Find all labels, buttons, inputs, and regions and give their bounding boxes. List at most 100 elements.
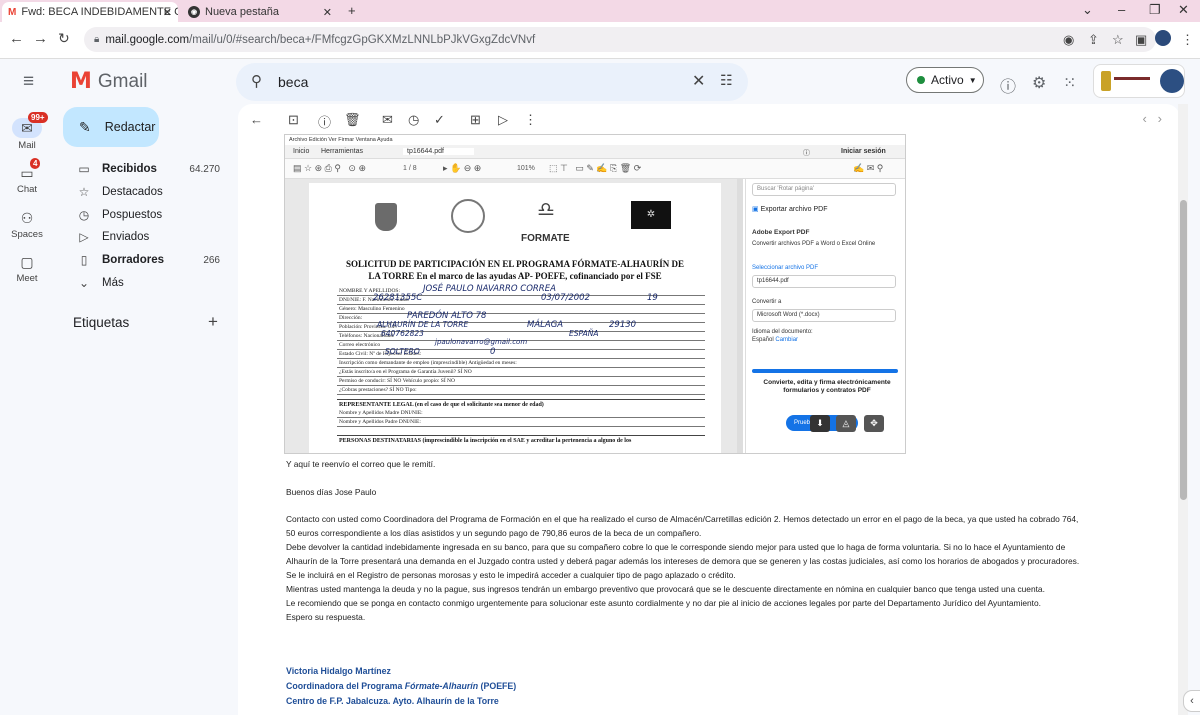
add-label-button[interactable]: + xyxy=(208,312,218,332)
side-panel-toggle-icon[interactable]: ‹ xyxy=(1183,690,1200,712)
settings-gear-icon[interactable]: ⚙ xyxy=(1032,73,1046,93)
pdf-tab-home: Inicio xyxy=(293,148,310,155)
move-to-icon[interactable]: ⊞ xyxy=(470,112,481,128)
forward-icon[interactable]: → xyxy=(33,30,48,47)
body-line: Contacto con usted como Coordinadora del… xyxy=(286,514,1079,524)
pdf-scrollbar xyxy=(737,179,743,453)
form-row: Inscripción como demandante de empleo (i… xyxy=(337,359,705,368)
thread-pagination-icon[interactable]: ‹ › xyxy=(1143,111,1163,126)
report-spam-icon[interactable]: ⓘ xyxy=(318,112,331,131)
maximize-icon[interactable]: ❐ xyxy=(1149,2,1161,18)
search-input[interactable]: beca xyxy=(278,74,308,90)
form-row: Género: Masculino Femenino xyxy=(337,305,705,314)
sidebar-item-starred[interactable]: ☆ Destacados xyxy=(60,181,228,203)
sidebar-item-sent[interactable]: ▷ Enviados xyxy=(60,226,228,248)
tab-search-icon[interactable]: ⌄ xyxy=(1082,2,1093,18)
rail-chat[interactable]: ▭ Chat xyxy=(0,165,54,195)
archive-icon[interactable]: ⊡ xyxy=(288,112,299,128)
pdf-tool-search: Buscar 'Rotar página' xyxy=(752,183,896,196)
gmail-header: ≡ M Gmail ⚲ beca ✕ ☷ Activo ▼ ⓘ ⚙ ⁙ xyxy=(0,59,1200,105)
section-legal-rep: REPRESENTANTE LEGAL (en el caso de que e… xyxy=(337,399,705,409)
inbox-count: 64.270 xyxy=(189,163,220,175)
apps-grid-icon[interactable]: ⁙ xyxy=(1063,73,1076,93)
pdf-help-icon: ⓘ xyxy=(803,150,810,157)
reload-icon[interactable]: ↻ xyxy=(58,30,70,47)
convert-button-bar xyxy=(752,369,898,373)
back-to-list-icon[interactable]: ← xyxy=(250,112,263,127)
handwritten-town: ALHAURÍN DE LA TORRE xyxy=(377,320,469,329)
browser-toolbar: ← → ↻ 🔒︎ mail.google.com /mail/u/0/#sear… xyxy=(0,22,1200,59)
close-tab-icon[interactable]: ✕ xyxy=(163,6,172,19)
form-row: Nombre y Apellidos Madre DNI/NIE: xyxy=(337,409,705,418)
share-icon[interactable]: ⇪ xyxy=(1088,32,1099,48)
back-icon[interactable]: ← xyxy=(9,30,24,47)
rail-spaces-label: Spaces xyxy=(11,229,43,240)
body-line: 50 euros correspondiente a los días asis… xyxy=(286,528,702,538)
sidebar-item-drafts[interactable]: ▯ Borradores 266 xyxy=(60,249,228,271)
compose-button[interactable]: ✎ Redactar xyxy=(63,107,159,147)
browser-menu-icon[interactable]: ⋮ xyxy=(1181,32,1194,48)
export-pdf-label: Exportar archivo PDF xyxy=(760,206,828,213)
pencil-icon: ✎ xyxy=(79,118,91,135)
clock-icon: ◷ xyxy=(78,208,90,222)
download-attachment-icon: ⬇ xyxy=(810,415,830,432)
side-panel-icon[interactable]: ▣ xyxy=(1135,32,1147,48)
sidebar-item-snoozed[interactable]: ◷ Pospuestos xyxy=(60,204,228,226)
address-bar[interactable]: 🔒︎ mail.google.com /mail/u/0/#search/bec… xyxy=(84,27,1156,52)
minimize-icon[interactable]: – xyxy=(1118,2,1125,17)
compose-label: Redactar xyxy=(104,120,156,134)
close-window-icon[interactable]: ✕ xyxy=(1178,2,1189,18)
pdf-export-title: ▣ Exportar archivo PDF xyxy=(752,205,828,213)
account-avatar[interactable] xyxy=(1160,69,1184,93)
pdf-zoom-level: 101% xyxy=(517,165,535,172)
active-status-dot xyxy=(917,76,925,84)
lock-icon: 🔒︎ xyxy=(94,34,100,45)
browser-tab-gmail[interactable]: M Fwd: BECA INDEBIDAMENTE COI ✕ xyxy=(2,2,178,22)
mark-unread-icon[interactable]: ✉ xyxy=(382,112,393,128)
rail-meet[interactable]: ▢ Meet xyxy=(0,254,54,284)
main-menu-icon[interactable]: ≡ xyxy=(23,71,34,93)
search-bar[interactable]: ⚲ beca ✕ ☷ xyxy=(236,63,748,101)
add-task-icon[interactable]: ✓ xyxy=(434,112,445,128)
pdf-tab-file: tp16644.pdf xyxy=(403,148,474,155)
search-options-icon[interactable]: ☷ xyxy=(720,72,733,89)
rail-spaces[interactable]: ⚇ Spaces xyxy=(0,210,54,240)
email-view: ← ⊡ ⓘ 🗑︎ ✉ ◷ ✓ ⊞ ▷ ⋮ ‹ › Archivo Edición… xyxy=(238,104,1180,715)
status-dropdown[interactable]: Activo ▼ xyxy=(906,67,984,93)
more-options-icon[interactable]: ⋮ xyxy=(524,112,537,128)
snooze-icon[interactable]: ◷ xyxy=(408,112,419,128)
format-select: Microsoft Word (*.docx) xyxy=(752,309,896,322)
form-title-line-2: LA TORRE En el marco de las ayudas AP- P… xyxy=(368,271,662,281)
organization-logo[interactable] xyxy=(1093,64,1185,98)
rail-mail[interactable]: ✉ Mail xyxy=(0,118,54,151)
spaces-icon: ⚇ xyxy=(20,210,34,226)
doc-language-row: Español Cambiar xyxy=(752,337,798,343)
page-scrollbar-thumb[interactable] xyxy=(1180,200,1187,500)
label-icon[interactable]: ▷ xyxy=(498,112,508,128)
doc-language-label: Idioma del documento: xyxy=(752,329,813,335)
form-row: ¿Cobras prestaciones? SÍ NO Tipo: xyxy=(337,386,705,395)
formate-figure-icon: ♎︎ xyxy=(537,199,555,221)
search-icon[interactable]: ⚲ xyxy=(251,72,262,90)
pdf-edit-icons: ⬚ ⊤ ▭ ✎ ✍ ⎘ 🗑︎ ⟳ xyxy=(549,163,642,173)
chat-icon: ▭ xyxy=(20,165,34,181)
site-info-icon[interactable]: ◉ xyxy=(1063,32,1074,48)
close-tab-icon[interactable]: ✕ xyxy=(323,6,332,19)
sidebar-item-more[interactable]: ⌄ Más xyxy=(60,272,228,294)
browser-tab-new[interactable]: ◉ Nueva pestaña ✕ xyxy=(182,2,338,22)
ayuntamiento-crest-icon xyxy=(375,203,397,231)
labels-heading: Etiquetas xyxy=(73,315,130,330)
handwritten-civil-status: SOLTERO xyxy=(385,347,420,356)
handwritten-name: JOSÉ PAULO NAVARRO CORREA xyxy=(423,284,556,294)
sidebar-item-inbox[interactable]: ▭ Recibidos 64.270 xyxy=(60,158,228,180)
gmail-logo[interactable]: M Gmail xyxy=(70,69,148,94)
help-icon[interactable]: ⓘ xyxy=(1000,73,1016,97)
new-tab-button[interactable]: + xyxy=(348,3,356,18)
delete-icon[interactable]: 🗑︎ xyxy=(344,112,361,128)
pdf-tool-icons: ▤ ☆ ⊛ ⎙ ⚲ ⊙ ⊕ xyxy=(293,163,366,173)
bookmark-star-icon[interactable]: ☆ xyxy=(1112,32,1124,48)
org-logo-text-mark xyxy=(1114,77,1150,80)
profile-avatar[interactable] xyxy=(1155,30,1171,46)
clear-search-icon[interactable]: ✕ xyxy=(692,71,705,91)
jabalcuza-seal-icon xyxy=(451,199,485,233)
